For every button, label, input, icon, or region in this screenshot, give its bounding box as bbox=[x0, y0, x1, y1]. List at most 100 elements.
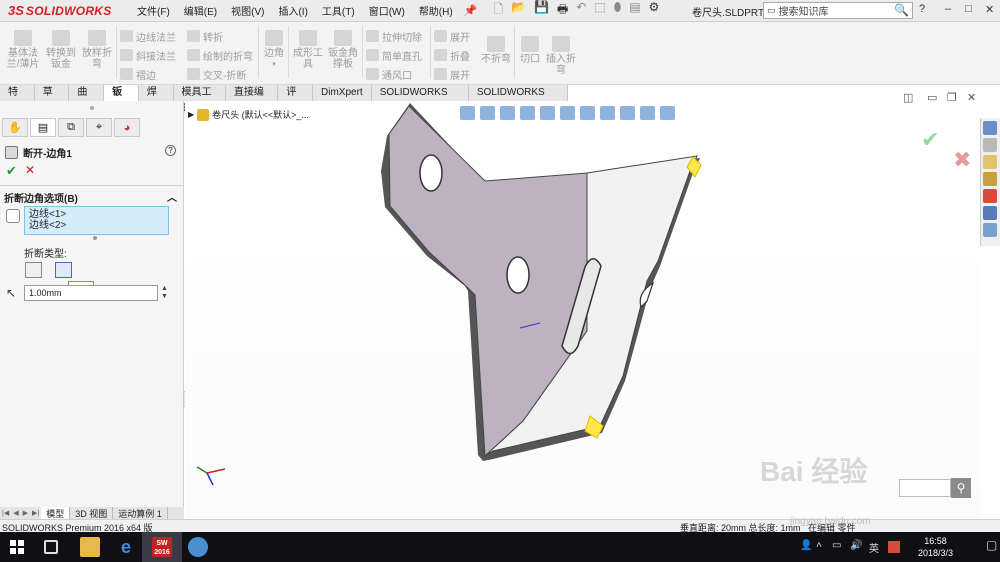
break-corner-options-group[interactable]: 折断边角选项(B) ︿ bbox=[4, 190, 180, 205]
collapse-chevron-icon[interactable]: ︿ bbox=[167, 189, 177, 204]
round-hole-middle[interactable] bbox=[506, 256, 530, 294]
property-manager-tab-icon[interactable]: ▤ bbox=[30, 118, 56, 137]
view-palette-icon[interactable] bbox=[983, 172, 997, 186]
design-library-icon[interactable] bbox=[983, 138, 997, 152]
watermark-search-icon[interactable]: ⚲ bbox=[951, 478, 971, 498]
sheet-metal-gusset-button[interactable]: 钣金角 撑板 bbox=[326, 30, 360, 70]
menu-edit[interactable]: 编辑(E) bbox=[177, 3, 224, 18]
tab-sketch[interactable]: 草图 bbox=[35, 85, 70, 114]
tab-sheet-metal[interactable]: 钣金 bbox=[104, 85, 139, 114]
tab-weldments[interactable]: 焊件 bbox=[139, 85, 174, 114]
help-button[interactable]: ? bbox=[919, 3, 925, 15]
radius-input[interactable]: 1.00mm bbox=[24, 285, 158, 301]
tab-solidworks-mbd[interactable]: SOLIDWORKS MBD bbox=[469, 85, 569, 114]
maximize-button[interactable]: □ bbox=[965, 3, 972, 15]
file-properties-icon[interactable]: ▤ bbox=[629, 0, 640, 21]
solidworks-taskbar-icon[interactable]: SW 2016 bbox=[152, 537, 172, 557]
configuration-manager-tab-icon[interactable]: ⧉ bbox=[58, 118, 84, 137]
next-tab-arrow-icon[interactable]: ▶ bbox=[21, 509, 30, 517]
vent-button[interactable]: 通风口 bbox=[366, 66, 412, 82]
jog-button[interactable]: 转折 bbox=[187, 28, 223, 44]
watermark-search-input[interactable] bbox=[899, 479, 951, 497]
ok-button[interactable]: ✔ bbox=[6, 163, 17, 179]
list-resize-handle[interactable] bbox=[93, 236, 97, 240]
save-icon[interactable]: 💾 bbox=[534, 0, 549, 21]
search-knowledge-base-input[interactable]: ▭ 搜索知识库 🔍 bbox=[763, 2, 913, 19]
app-taskbar-icon[interactable] bbox=[188, 537, 208, 557]
sogou-ime-icon[interactable] bbox=[888, 541, 900, 553]
base-flange-button[interactable]: 基体法 兰/薄片 bbox=[6, 30, 40, 70]
spin-up-icon[interactable]: ▲ bbox=[161, 285, 168, 293]
flatten-button[interactable]: 展开 bbox=[434, 66, 470, 82]
undo-icon[interactable]: ↶ bbox=[576, 0, 586, 21]
viewport-minimize-icon[interactable]: ▭ bbox=[927, 91, 937, 104]
windows-start-icon[interactable] bbox=[10, 540, 24, 554]
first-tab-arrow-icon[interactable]: |◀ bbox=[0, 509, 11, 517]
last-tab-arrow-icon[interactable]: ▶| bbox=[30, 509, 41, 517]
rebuild-icon[interactable]: ⬮ bbox=[614, 0, 622, 21]
tab-direct-editing[interactable]: 直接编辑 bbox=[226, 85, 279, 114]
solidworks-resources-icon[interactable] bbox=[983, 121, 997, 135]
tab-mold-tools[interactable]: 模具工具 bbox=[174, 85, 226, 114]
tab-motion-study[interactable]: 运动算例 1 bbox=[113, 506, 168, 520]
cancel-button[interactable]: ✕ bbox=[25, 163, 35, 177]
round-hole-top[interactable] bbox=[419, 154, 443, 192]
file-explorer-taskbar-icon[interactable] bbox=[80, 537, 100, 557]
task-view-icon[interactable] bbox=[44, 540, 58, 554]
close-button[interactable]: ✕ bbox=[985, 3, 994, 16]
new-document-icon[interactable]: 🗋 bbox=[493, 0, 503, 21]
file-explorer-icon[interactable] bbox=[983, 155, 997, 169]
extruded-cut-button[interactable]: 拉伸切除 bbox=[366, 28, 422, 44]
insert-bends-button[interactable]: 插入折 弯 bbox=[544, 36, 578, 76]
display-manager-tab-icon[interactable]: ◕ bbox=[114, 118, 140, 137]
unfold-button[interactable]: 展开 bbox=[434, 28, 470, 44]
notification-icon[interactable]: ▢ bbox=[986, 538, 997, 552]
rip-button[interactable]: 切口 bbox=[518, 36, 542, 65]
tab-solidworks-addins[interactable]: SOLIDWORKS 插件 bbox=[372, 85, 469, 114]
panel-splitter-handle[interactable] bbox=[90, 106, 94, 110]
fillet-type-button[interactable] bbox=[55, 262, 72, 278]
edges-selection-box[interactable]: 边线<1> 边线<2> bbox=[24, 206, 169, 235]
help-icon[interactable]: ? bbox=[165, 145, 176, 156]
select-icon[interactable]: ⬚ bbox=[594, 0, 605, 21]
volume-icon[interactable]: 🔊 bbox=[850, 540, 862, 551]
tree-expand-icon[interactable]: ▶ bbox=[188, 110, 194, 119]
edge-browser-icon[interactable]: e bbox=[116, 537, 136, 557]
simple-hole-button[interactable]: 简单直孔 bbox=[366, 47, 422, 63]
tab-3d-views[interactable]: 3D 视图 bbox=[70, 506, 114, 520]
system-clock[interactable]: 16:58 2018/3/3 bbox=[918, 535, 953, 559]
pin-menu-icon[interactable]: 📌 bbox=[464, 4, 478, 17]
forming-tool-button[interactable]: 成形工 具 bbox=[292, 30, 324, 70]
convert-to-sheet-metal-button[interactable]: 转换到 钣金 bbox=[44, 30, 78, 70]
chamfer-type-button[interactable] bbox=[25, 262, 42, 278]
miter-flange-button[interactable]: 斜接法兰 bbox=[120, 47, 176, 63]
prev-tab-arrow-icon[interactable]: ◀ bbox=[11, 509, 20, 517]
list-item[interactable]: 边线<2> bbox=[29, 220, 168, 231]
print-icon[interactable]: 🖶 bbox=[557, 0, 568, 21]
corners-dropdown-icon[interactable]: ▾ bbox=[262, 59, 286, 70]
viewport-close-icon[interactable]: ✕ bbox=[967, 91, 976, 104]
radius-spinner[interactable]: ▲ ▼ bbox=[161, 285, 168, 301]
appearances-icon[interactable] bbox=[983, 189, 997, 203]
menu-window[interactable]: 窗口(W) bbox=[362, 3, 412, 18]
flyout-feature-tree[interactable]: ▶ 卷尺头 (默认<<默认>_... bbox=[188, 108, 309, 121]
search-icon[interactable]: 🔍 bbox=[894, 3, 909, 17]
tab-model[interactable]: 模型 bbox=[41, 506, 71, 520]
tray-expand-icon[interactable]: ˄ bbox=[816, 540, 822, 551]
feature-manager-tab-icon[interactable]: ✋ bbox=[2, 118, 28, 137]
open-document-icon[interactable]: 📂 bbox=[511, 0, 526, 21]
tab-surfaces[interactable]: 曲面 bbox=[69, 85, 105, 114]
tab-evaluate[interactable]: 评估 bbox=[278, 85, 314, 114]
menu-help[interactable]: 帮助(H) bbox=[412, 3, 460, 18]
network-icon[interactable]: ▭ bbox=[832, 540, 841, 551]
user-icon[interactable]: 👤 bbox=[800, 540, 812, 551]
options-gear-icon[interactable]: ⚙ bbox=[649, 0, 660, 21]
solidworks-logo[interactable]: 3S SOLIDWORKS bbox=[8, 3, 130, 18]
hem-button[interactable]: 褶边 bbox=[120, 66, 156, 82]
tab-dimxpert[interactable]: DimXpert bbox=[313, 85, 372, 101]
tab-features[interactable]: 特征 bbox=[0, 85, 35, 114]
custom-properties-icon[interactable] bbox=[983, 206, 997, 220]
ime-indicator[interactable]: 英 bbox=[869, 540, 879, 555]
sheet-metal-part-model[interactable] bbox=[375, 101, 735, 481]
viewport-restore-icon[interactable]: ❐ bbox=[947, 91, 957, 104]
